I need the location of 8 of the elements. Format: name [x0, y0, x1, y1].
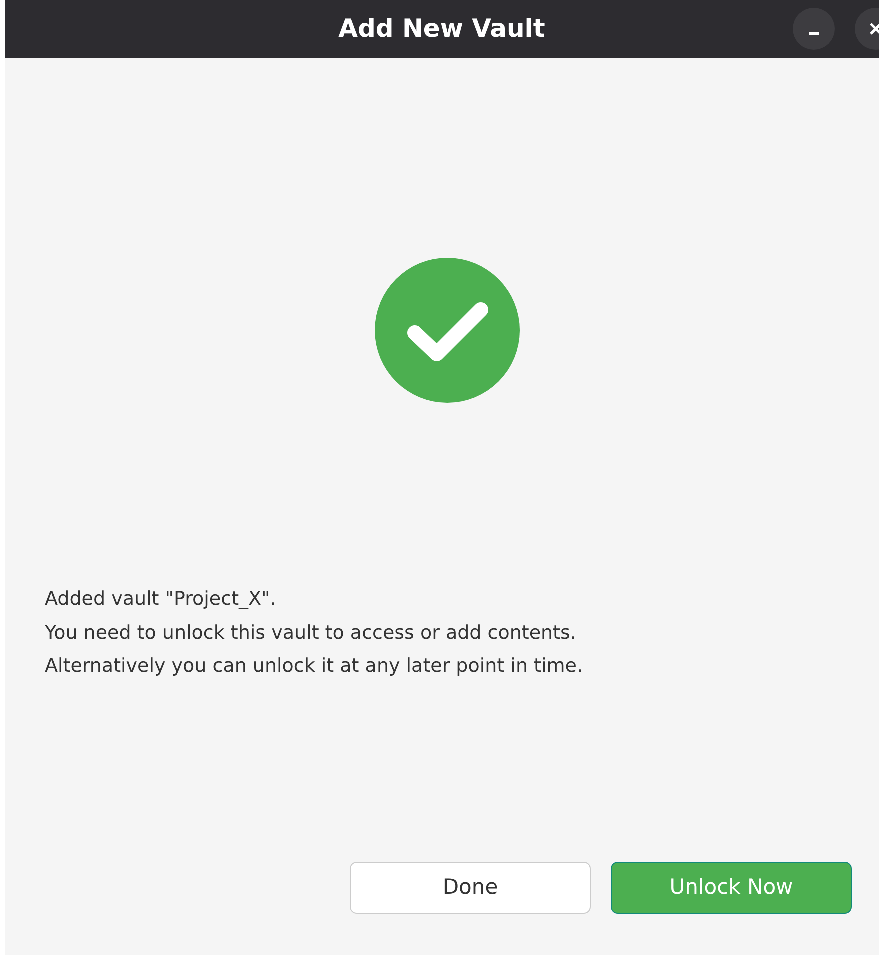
message-text: You need to unlock this vault to access or add contents. — [45, 622, 576, 644]
message-text: Added vault "Project_X". — [45, 588, 276, 610]
minimize-icon — [809, 32, 819, 35]
success-check-icon — [375, 258, 520, 403]
done-button[interactable]: Done — [350, 862, 591, 914]
window-title: Add New Vault — [338, 13, 546, 46]
message-text: Alternatively you can unlock it at any later point in time. — [45, 655, 584, 677]
close-icon — [869, 22, 879, 36]
